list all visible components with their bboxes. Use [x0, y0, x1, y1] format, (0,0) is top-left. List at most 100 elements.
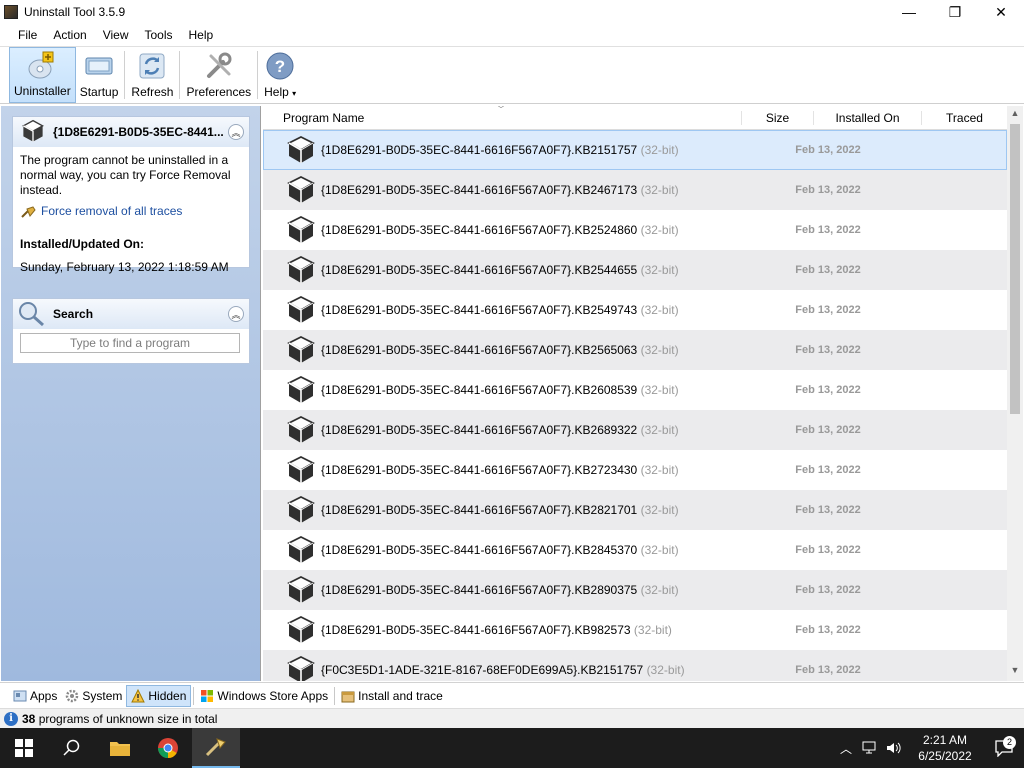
details-title: {1D8E6291-B0D5-35EC-8441...	[53, 125, 224, 139]
svg-text:?: ?	[275, 57, 285, 76]
taskbar-search-button[interactable]	[48, 728, 96, 768]
program-bitness: (32-bit)	[640, 143, 679, 157]
tab-apps-label: Apps	[30, 688, 58, 703]
scroll-down-icon[interactable]: ▼	[1007, 665, 1023, 679]
program-bitness: (32-bit)	[640, 263, 679, 277]
program-row[interactable]: {1D8E6291-B0D5-35EC-8441-6616F567A0F7}.K…	[263, 570, 1007, 610]
search-input[interactable]: Type to find a program	[20, 333, 240, 353]
maximize-button[interactable]: ❐	[932, 0, 978, 24]
details-body: The program cannot be uninstalled in a n…	[13, 147, 249, 281]
program-row[interactable]: {1D8E6291-B0D5-35EC-8441-6616F567A0F7}.K…	[263, 530, 1007, 570]
program-installed-date: Feb 13, 2022	[795, 544, 861, 556]
program-row[interactable]: {1D8E6291-B0D5-35EC-8441-6616F567A0F7}.K…	[263, 210, 1007, 250]
program-row[interactable]: {F0C3E5D1-1ADE-321E-8167-68EF0DE699A5}.K…	[263, 650, 1007, 681]
tab-windows-store-label: Windows Store Apps	[217, 688, 329, 703]
tab-windows-store-apps[interactable]: Windows Store Apps	[196, 685, 332, 707]
program-row[interactable]: {1D8E6291-B0D5-35EC-8441-6616F567A0F7}.K…	[263, 290, 1007, 330]
program-row[interactable]: {1D8E6291-B0D5-35EC-8441-6616F567A0F7}.K…	[263, 490, 1007, 530]
tab-install-and-trace[interactable]: Install and trace	[337, 685, 447, 707]
details-header: {1D8E6291-B0D5-35EC-8441... ︽	[13, 117, 249, 147]
preferences-button[interactable]: Preferences	[182, 47, 255, 103]
menu-tools[interactable]: Tools	[137, 28, 181, 42]
taskbar-chrome[interactable]	[144, 728, 192, 768]
column-traced[interactable]: Traced	[921, 110, 1007, 125]
program-name: {F0C3E5D1-1ADE-321E-8167-68EF0DE699A5}.K…	[321, 663, 777, 677]
refresh-button[interactable]: Refresh	[127, 47, 177, 103]
force-removal-label: Force removal of all traces	[41, 204, 183, 218]
tray-overflow-icon[interactable]: ︿	[834, 728, 858, 768]
column-installed-on[interactable]: Installed On	[813, 110, 921, 125]
startup-button[interactable]: Startup	[76, 47, 123, 103]
program-name-text: {F0C3E5D1-1ADE-321E-8167-68EF0DE699A5}.K…	[321, 663, 644, 677]
vertical-scrollbar[interactable]: ▲ ▼	[1007, 106, 1023, 681]
program-name-text: {1D8E6291-B0D5-35EC-8441-6616F567A0F7}.K…	[321, 183, 638, 197]
clock-date: 6/25/2022	[918, 749, 972, 763]
program-bitness: (32-bit)	[640, 583, 679, 597]
menu-file[interactable]: File	[10, 28, 45, 42]
program-name: {1D8E6291-B0D5-35EC-8441-6616F567A0F7}.K…	[321, 423, 777, 437]
program-installed-date: Feb 13, 2022	[795, 344, 861, 356]
volume-icon[interactable]	[882, 728, 906, 768]
scroll-up-icon[interactable]: ▲	[1007, 108, 1023, 122]
menu-help[interactable]: Help	[181, 28, 222, 42]
notifications-button[interactable]: 2	[984, 736, 1024, 757]
program-rows: {1D8E6291-B0D5-35EC-8441-6616F567A0F7}.K…	[263, 130, 1007, 681]
program-name-text: {1D8E6291-B0D5-35EC-8441-6616F567A0F7}.K…	[321, 343, 638, 357]
program-row[interactable]: {1D8E6291-B0D5-35EC-8441-6616F567A0F7}.K…	[263, 410, 1007, 450]
program-name: {1D8E6291-B0D5-35EC-8441-6616F567A0F7}.K…	[321, 143, 777, 157]
minimize-button[interactable]: —	[886, 0, 932, 24]
program-name: {1D8E6291-B0D5-35EC-8441-6616F567A0F7}.K…	[321, 623, 777, 637]
taskbar-file-explorer[interactable]	[96, 728, 144, 768]
taskbar-clock[interactable]: 2:21 AM 6/25/2022	[906, 732, 984, 764]
program-bitness: (32-bit)	[640, 503, 679, 517]
tab-apps[interactable]: Apps	[9, 685, 61, 707]
collapse-search-icon[interactable]: ︽	[228, 306, 244, 322]
program-installed-date: Feb 13, 2022	[795, 464, 861, 476]
taskbar-uninstall-tool[interactable]	[192, 728, 240, 768]
toolbar-separator	[257, 51, 259, 99]
menu-action[interactable]: Action	[45, 28, 94, 42]
start-button[interactable]	[0, 728, 48, 768]
force-removal-link[interactable]: Force removal of all traces	[20, 204, 242, 219]
program-name: {1D8E6291-B0D5-35EC-8441-6616F567A0F7}.K…	[321, 503, 777, 517]
program-row[interactable]: {1D8E6291-B0D5-35EC-8441-6616F567A0F7}.K…	[263, 370, 1007, 410]
installed-heading: Installed/Updated On:	[20, 237, 145, 251]
package-icon	[287, 135, 315, 163]
program-row[interactable]: {1D8E6291-B0D5-35EC-8441-6616F567A0F7}.K…	[263, 130, 1007, 170]
program-row[interactable]: {1D8E6291-B0D5-35EC-8441-6616F567A0F7}.K…	[263, 610, 1007, 650]
uninstaller-button[interactable]: Uninstaller	[9, 47, 76, 103]
program-installed-date: Feb 13, 2022	[795, 504, 861, 516]
uninstaller-icon	[26, 49, 58, 81]
program-bitness: (32-bit)	[640, 183, 679, 197]
installed-value: Sunday, February 13, 2022 1:18:59 AM	[20, 260, 229, 274]
program-bitness: (32-bit)	[640, 343, 679, 357]
network-icon[interactable]	[858, 728, 882, 768]
package-icon	[287, 415, 315, 443]
program-name: {1D8E6291-B0D5-35EC-8441-6616F567A0F7}.K…	[321, 263, 777, 277]
program-row[interactable]: {1D8E6291-B0D5-35EC-8441-6616F567A0F7}.K…	[263, 330, 1007, 370]
apps-icon	[13, 690, 27, 701]
program-name: {1D8E6291-B0D5-35EC-8441-6616F567A0F7}.K…	[321, 463, 777, 477]
column-size[interactable]: Size	[741, 110, 813, 125]
program-bitness: (32-bit)	[633, 623, 672, 637]
program-installed-date: Feb 13, 2022	[795, 664, 861, 676]
tab-hidden[interactable]: Hidden	[126, 684, 192, 707]
program-row[interactable]: {1D8E6291-B0D5-35EC-8441-6616F567A0F7}.K…	[263, 450, 1007, 490]
details-card: {1D8E6291-B0D5-35EC-8441... ︽ The progra…	[12, 116, 250, 274]
package-icon	[287, 375, 315, 403]
program-row[interactable]: {1D8E6291-B0D5-35EC-8441-6616F567A0F7}.K…	[263, 170, 1007, 210]
program-installed-date: Feb 13, 2022	[795, 304, 861, 316]
program-name-text: {1D8E6291-B0D5-35EC-8441-6616F567A0F7}.K…	[321, 543, 638, 557]
tab-system[interactable]: System	[61, 685, 126, 707]
startup-icon	[83, 50, 115, 82]
help-button[interactable]: ? Help ▾	[260, 47, 300, 103]
scroll-thumb[interactable]	[1010, 124, 1020, 414]
collapse-details-icon[interactable]: ︽	[228, 124, 244, 140]
startup-label: Startup	[79, 85, 119, 99]
program-name-text: {1D8E6291-B0D5-35EC-8441-6616F567A0F7}.K…	[321, 263, 638, 277]
program-bitness: (32-bit)	[640, 223, 679, 237]
program-row[interactable]: {1D8E6291-B0D5-35EC-8441-6616F567A0F7}.K…	[263, 250, 1007, 290]
close-button[interactable]: ✕	[978, 0, 1024, 24]
menu-view[interactable]: View	[95, 28, 137, 42]
tab-install-trace-label: Install and trace	[358, 688, 443, 703]
